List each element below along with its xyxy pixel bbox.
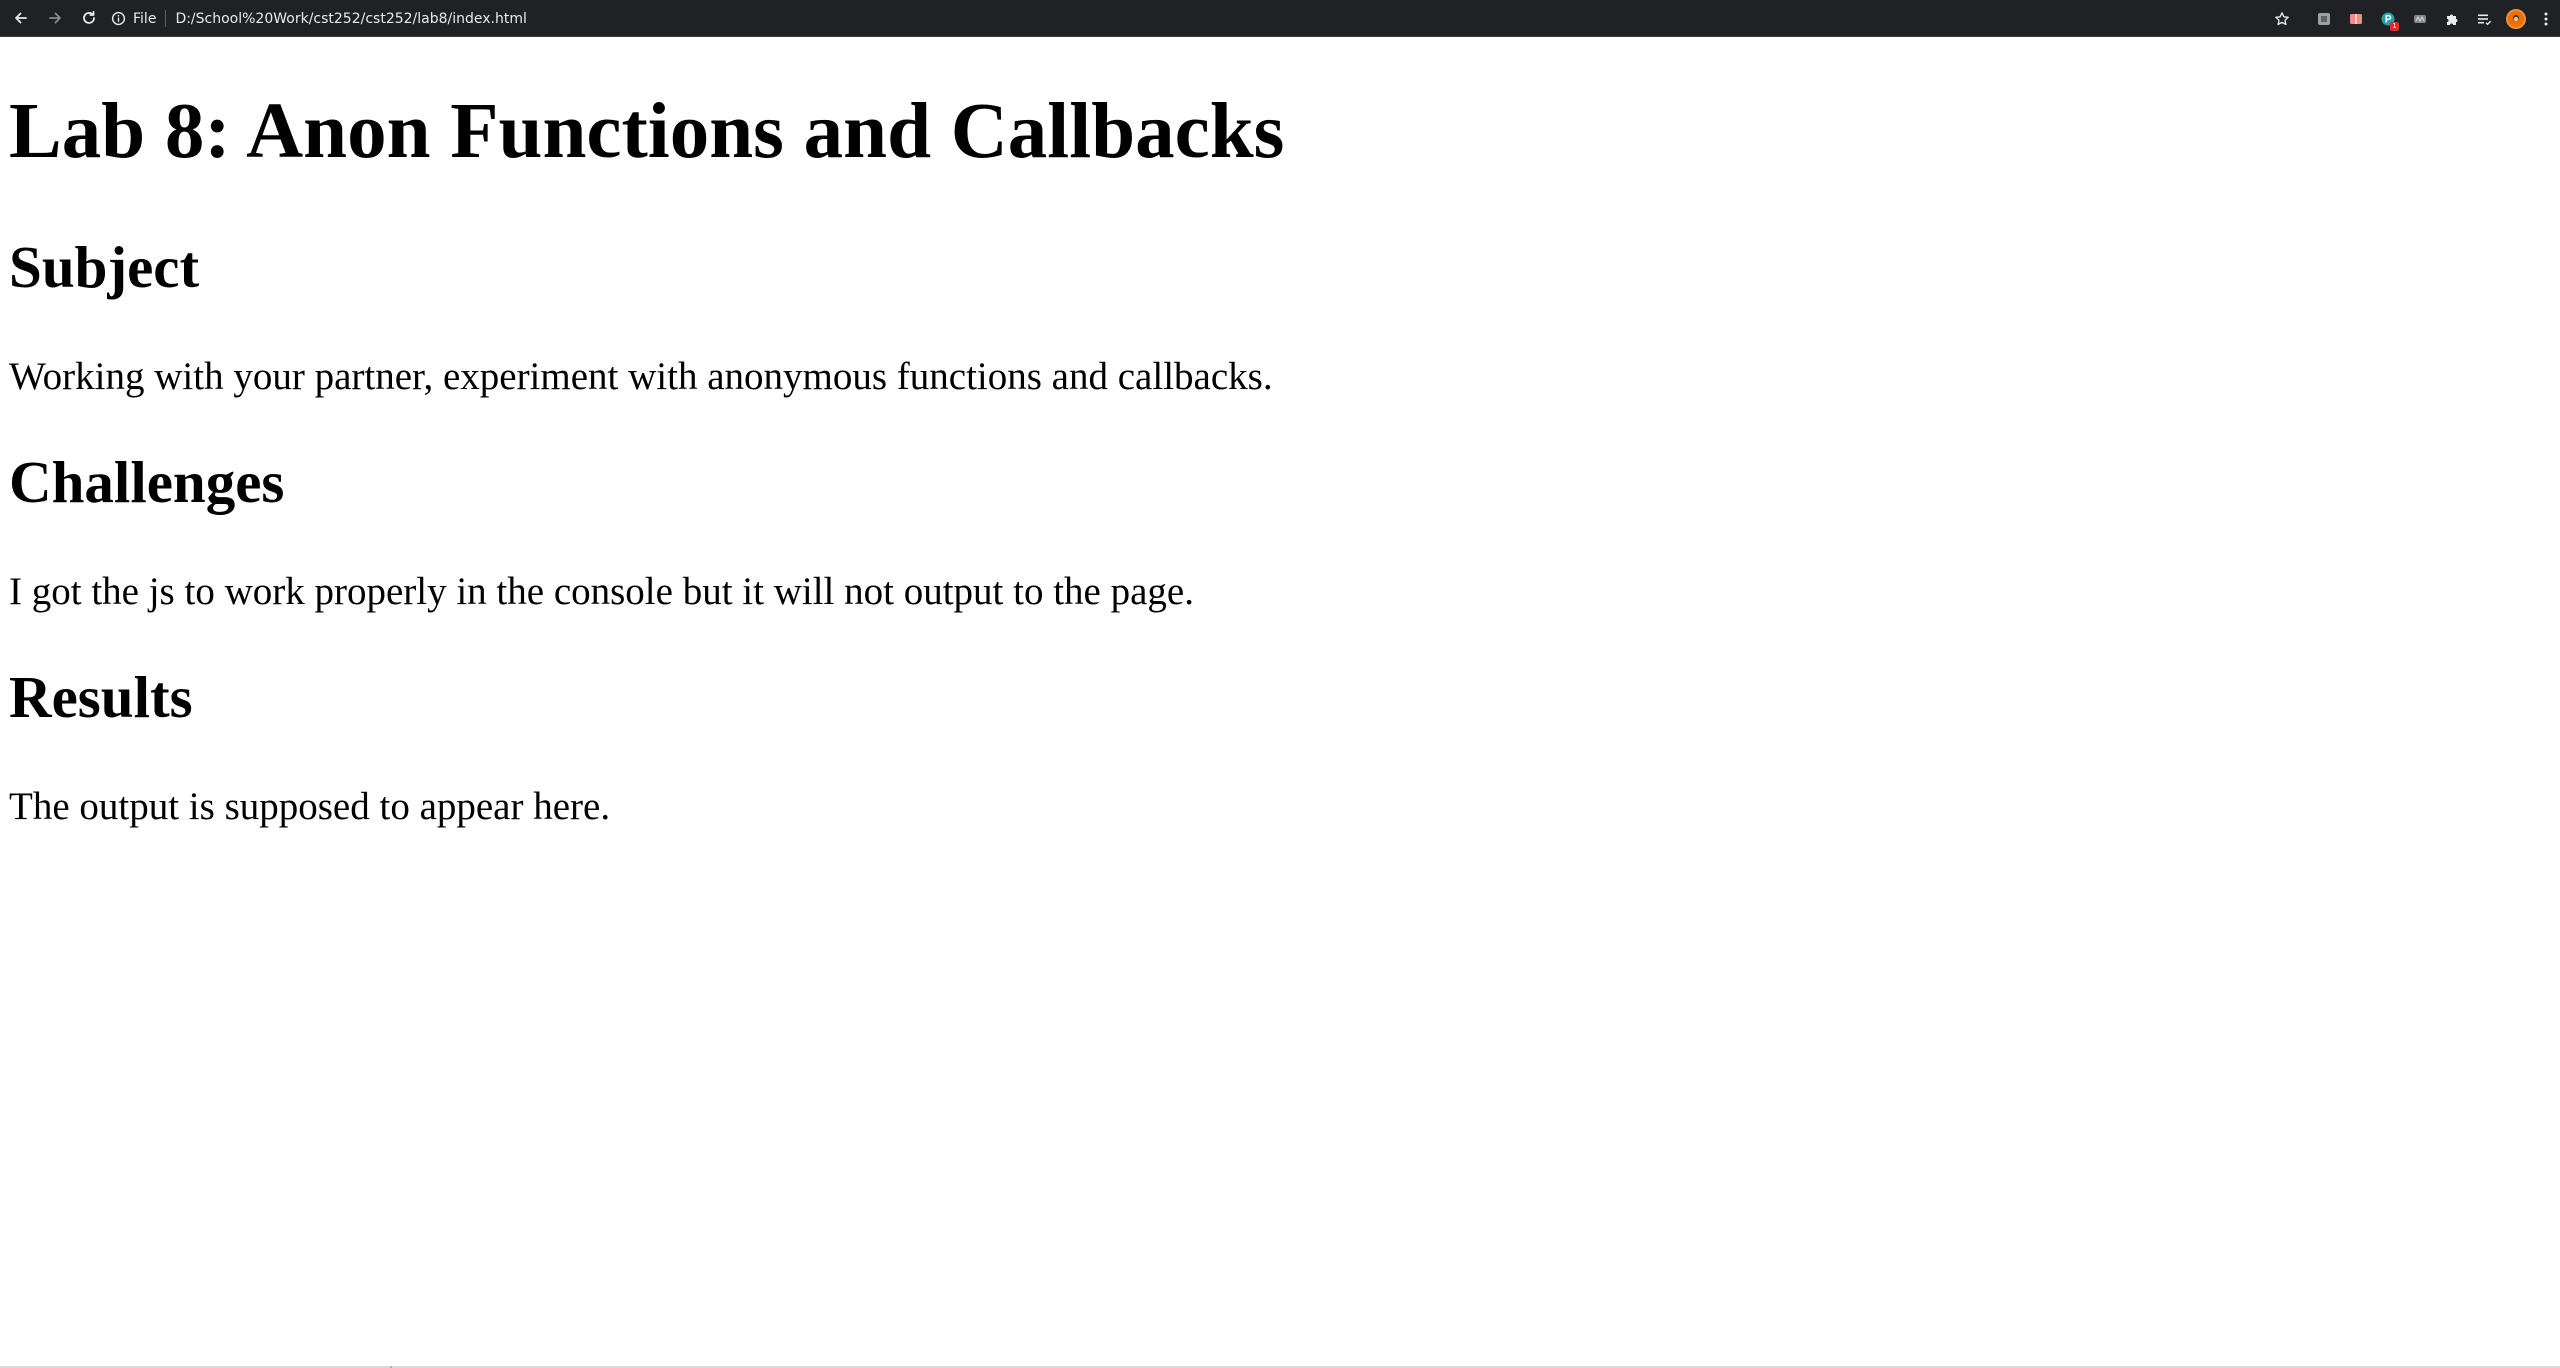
section-text-challenges: I got the js to work properly in the con… — [9, 570, 1194, 613]
section-heading-challenges: Challenges — [9, 449, 285, 515]
reading-list-button[interactable] — [2468, 3, 2500, 35]
extension-app-icon — [2318, 12, 2330, 25]
toolbar-actions: 1 — [2266, 0, 2560, 37]
menu-button[interactable] — [2532, 3, 2560, 35]
extension-book-icon — [2350, 13, 2362, 24]
avatar — [2506, 8, 2526, 29]
forward-button[interactable] — [40, 3, 70, 33]
forward-arrow-icon — [49, 12, 61, 24]
avatar-face-icon — [2513, 14, 2519, 21]
reload-icon — [83, 10, 95, 24]
address-bar[interactable]: File D:/School%20Work/cst252/cst252/lab8… — [110, 4, 2260, 33]
info-icon[interactable] — [110, 11, 126, 27]
page-title: Lab 8: Anon Functions and Callbacks — [9, 88, 1285, 175]
extension-3-button[interactable]: 1 — [2372, 3, 2404, 35]
extension-1-button[interactable] — [2308, 3, 2340, 35]
extension-badge: 1 — [2390, 21, 2399, 31]
omnibox-divider — [165, 10, 167, 27]
scheme-label: File — [133, 10, 157, 27]
profile-button[interactable] — [2500, 3, 2532, 35]
section-text-subject: Working with your partner, experiment wi… — [9, 355, 1273, 398]
extension-4-button[interactable] — [2404, 3, 2436, 35]
back-button[interactable] — [6, 3, 36, 33]
extension-2-button[interactable] — [2340, 3, 2372, 35]
star-icon — [2275, 11, 2289, 25]
section-heading-results: Results — [9, 664, 193, 730]
page-content: Lab 8: Anon Functions and Callbacks Subj… — [0, 37, 2560, 1368]
browser-toolbar: File D:/School%20Work/cst252/cst252/lab8… — [0, 0, 2560, 37]
reading-list-icon — [2478, 14, 2492, 25]
extensions-button[interactable] — [2436, 3, 2468, 35]
section-heading-subject: Subject — [9, 234, 200, 300]
url-text[interactable]: D:/School%20Work/cst252/cst252/lab8/inde… — [175, 11, 526, 27]
reload-button[interactable] — [74, 3, 104, 33]
puzzle-icon — [2447, 14, 2458, 25]
extension-logo-icon — [2414, 14, 2426, 23]
section-text-results: The output is supposed to appear here. — [9, 785, 611, 828]
kebab-menu-icon — [2544, 12, 2548, 25]
bookmark-button[interactable] — [2266, 3, 2298, 35]
back-arrow-icon — [15, 12, 27, 24]
